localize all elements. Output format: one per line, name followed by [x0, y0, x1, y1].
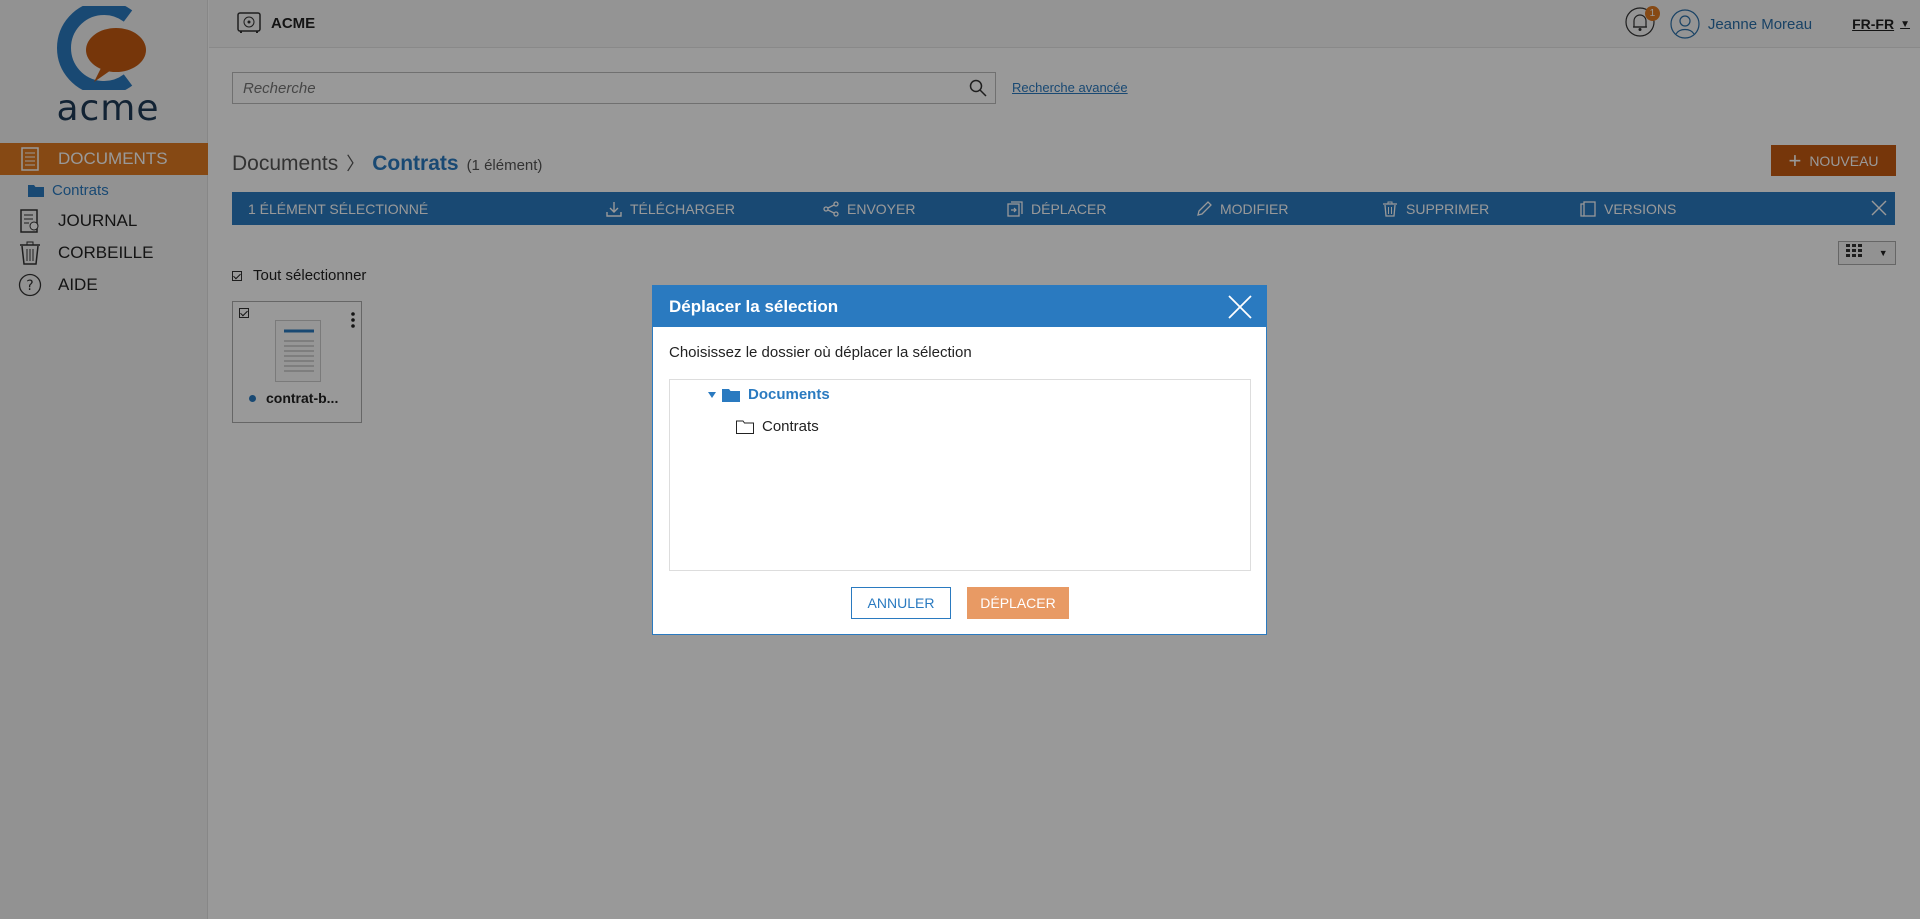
cancel-button[interactable]: ANNULER	[851, 587, 951, 619]
dialog-title: Déplacer la sélection	[669, 296, 839, 316]
folder-tree: Documents Contrats	[669, 379, 1251, 571]
close-icon[interactable]	[1228, 295, 1252, 324]
dialog-description: Choisissez le dossier où déplacer la sél…	[669, 344, 972, 361]
caret-down-icon[interactable]	[708, 391, 716, 398]
tree-node-contrats[interactable]: Contrats	[736, 418, 819, 435]
dialog-header: Déplacer la sélection	[653, 286, 1266, 327]
tree-node-documents[interactable]: Documents	[708, 386, 830, 403]
folder-icon	[722, 388, 740, 402]
tree-node-label: Documents	[748, 386, 830, 403]
folder-outline-icon	[736, 420, 754, 434]
move-dialog: Déplacer la sélection Choisissez le doss…	[652, 285, 1267, 635]
confirm-move-button[interactable]: DÉPLACER	[967, 587, 1069, 619]
tree-node-label: Contrats	[762, 418, 819, 435]
